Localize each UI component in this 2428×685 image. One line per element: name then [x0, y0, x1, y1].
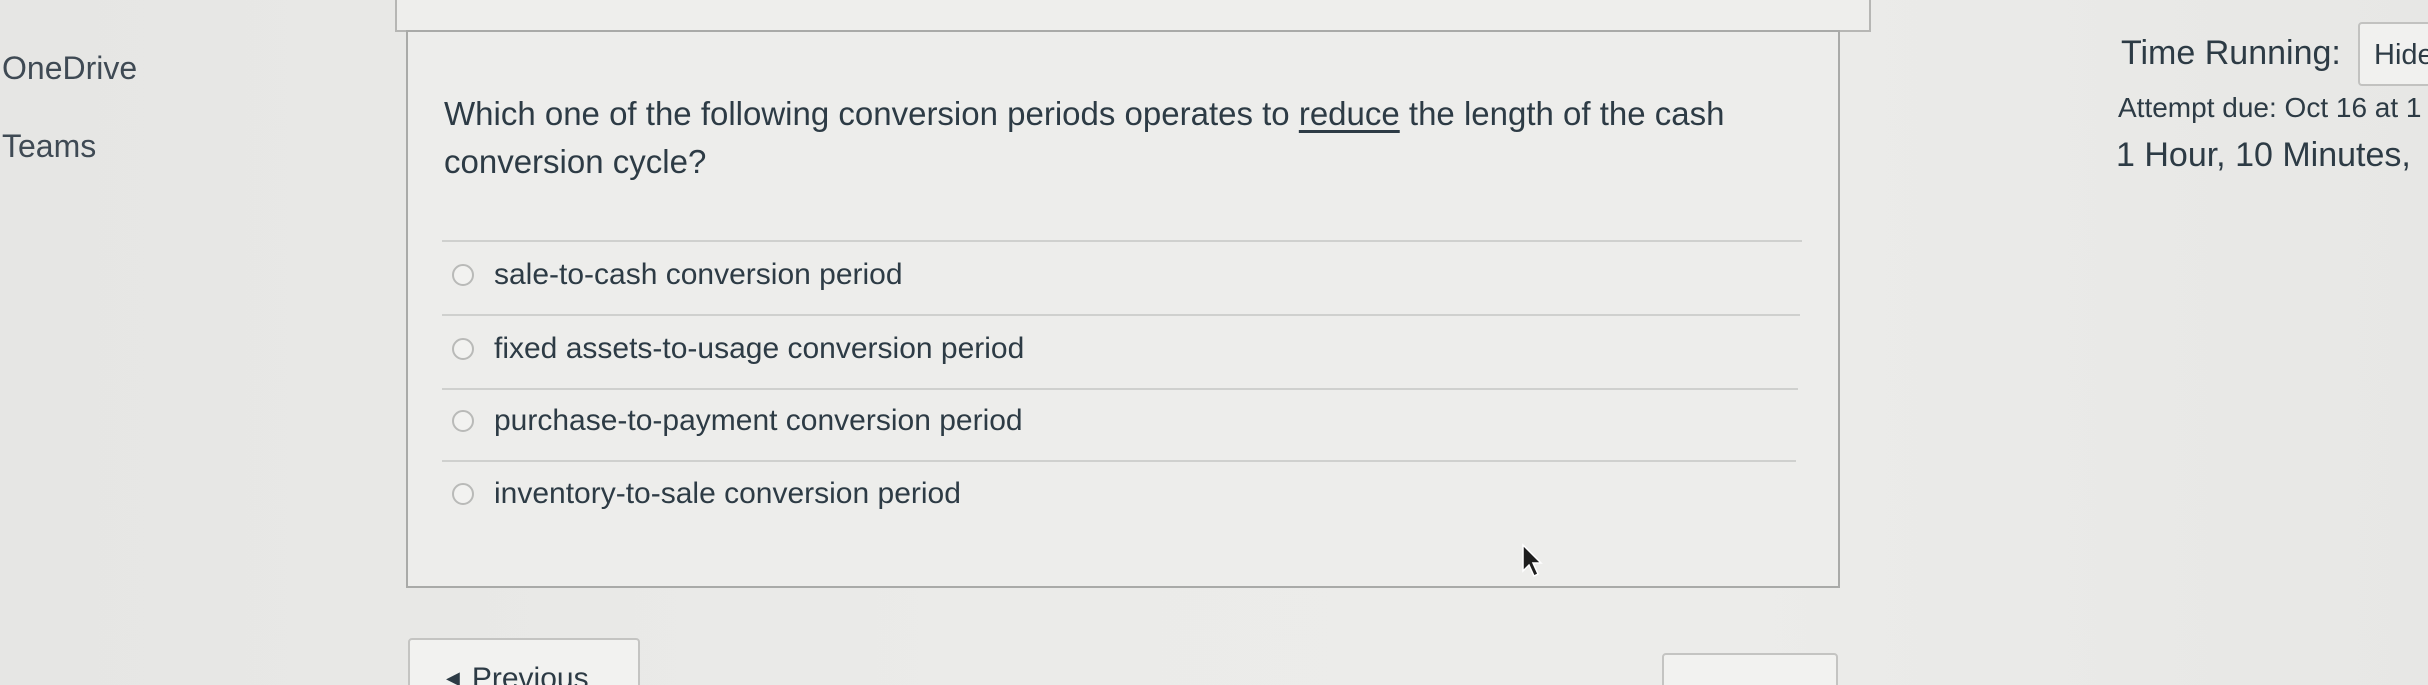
triangle-left-icon: ◀ [446, 668, 460, 685]
radio-button[interactable] [452, 264, 474, 286]
divider [442, 314, 1800, 316]
answer-label: purchase-to-payment conversion period [494, 404, 1023, 437]
nav-link-onedrive[interactable]: OneDrive [2, 50, 137, 87]
answer-option[interactable]: purchase-to-payment conversion period [452, 401, 1023, 441]
quiz-page: OneDrive Teams Which one of the followin… [0, 0, 2428, 685]
question-card: Which one of the following conversion pe… [406, 30, 1840, 588]
time-remaining-text: 1 Hour, 10 Minutes, [2116, 136, 2411, 174]
answer-option[interactable]: fixed assets-to-usage conversion period [452, 329, 1024, 369]
question-text-part: Which one of the following conversion pe… [444, 95, 1299, 132]
nav-link-teams[interactable]: Teams [2, 128, 96, 165]
divider [442, 388, 1798, 390]
divider [442, 460, 1796, 462]
answer-label: inventory-to-sale conversion period [494, 477, 961, 510]
attempt-due-text: Attempt due: Oct 16 at 1 [2118, 92, 2422, 123]
answer-option[interactable]: inventory-to-sale conversion period [452, 474, 961, 514]
answer-label: sale-to-cash conversion period [494, 258, 903, 291]
previous-question-card [395, 0, 1871, 32]
answer-label: fixed assets-to-usage conversion period [494, 332, 1025, 365]
radio-button[interactable] [452, 410, 474, 432]
radio-button[interactable] [452, 338, 474, 360]
mouse-pointer-icon [1522, 543, 1543, 578]
answer-option[interactable]: sale-to-cash conversion period [452, 255, 903, 295]
divider [442, 240, 1802, 242]
question-emphasis: reduce [1298, 95, 1400, 132]
question-text: Which one of the following conversion pe… [444, 90, 1794, 186]
time-running-label: Time Running: [2121, 34, 2341, 72]
next-button[interactable] [1662, 653, 1838, 685]
radio-button[interactable] [452, 483, 474, 505]
previous-button-label: Previous [471, 662, 589, 685]
hide-timer-button[interactable]: Hide [2358, 22, 2428, 86]
previous-button[interactable]: ◀ Previous [408, 638, 640, 685]
